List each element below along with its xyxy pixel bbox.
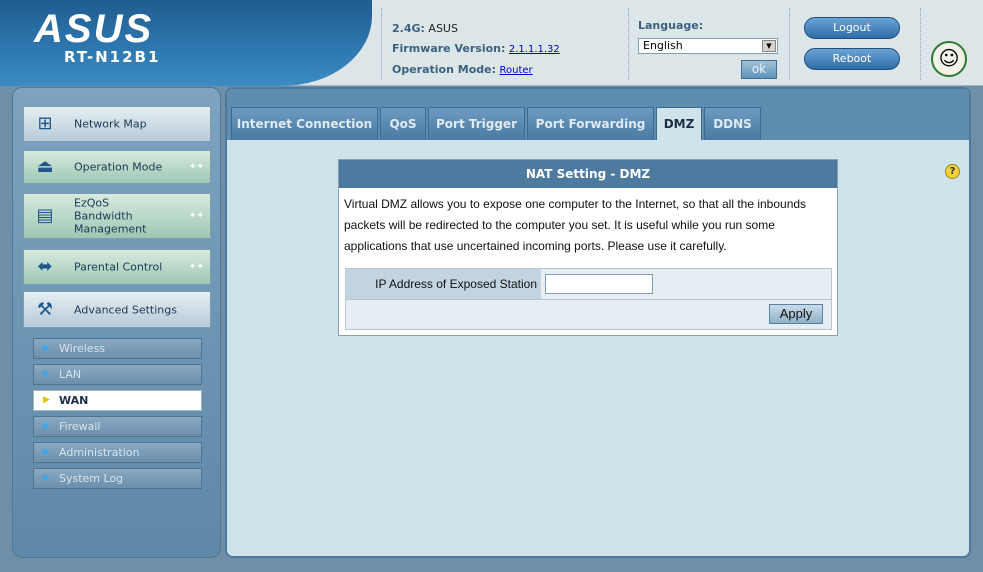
language-select[interactable]: English ▼ xyxy=(638,38,778,54)
header: ASUS RT-N12B1 2.4G: ASUS Firmware Versio… xyxy=(0,0,983,86)
sparkle-icon: ✦✦ xyxy=(188,262,204,272)
menu-operation-mode[interactable]: ⏏ Operation Mode ✦✦ xyxy=(23,150,211,184)
header-divider xyxy=(381,8,382,80)
menu-label: Advanced Settings xyxy=(74,303,177,316)
apply-button[interactable]: Apply xyxy=(769,304,823,324)
exposed-station-label: IP Address of Exposed Station xyxy=(346,269,541,299)
sidebar: ⊞ Network Map ⏏ Operation Mode ✦✦ ▤ EzQo… xyxy=(12,87,221,558)
tools-icon: ⚒ xyxy=(36,298,54,320)
operation-mode-link[interactable]: Router xyxy=(500,65,533,76)
menu-parental-control[interactable]: ⬌ Parental Control ✦✦ xyxy=(23,249,211,285)
menu-label: Network Map xyxy=(74,117,147,131)
language-ok-button[interactable]: ok xyxy=(741,60,777,79)
exposed-station-ip-input[interactable] xyxy=(545,274,653,294)
submenu-label: System Log xyxy=(59,472,124,485)
arrow-right-icon: ▶ xyxy=(43,369,50,379)
submenu-wan[interactable]: ▶ WAN xyxy=(33,390,202,411)
band-label: 2.4G: xyxy=(392,22,425,35)
main-content: Internet Connection QoS Port Trigger Por… xyxy=(225,87,971,558)
submenu-label: LAN xyxy=(59,368,82,381)
submenu-firewall[interactable]: ▶ Firewall xyxy=(33,416,202,437)
tab-port-forwarding[interactable]: Port Forwarding xyxy=(527,107,654,140)
dmz-panel: NAT Setting - DMZ Virtual DMZ allows you… xyxy=(338,159,838,336)
firmware-label: Firmware Version: xyxy=(392,42,506,55)
model-name: RT-N12B1 xyxy=(64,48,161,66)
panel-description: Virtual DMZ allows you to expose one com… xyxy=(344,197,807,253)
arrow-right-icon: ▶ xyxy=(43,473,50,483)
submenu-system-log[interactable]: ▶ System Log xyxy=(33,468,202,489)
header-divider xyxy=(628,8,629,80)
submenu-label: Wireless xyxy=(59,342,106,355)
brand-area: ASUS RT-N12B1 xyxy=(0,0,372,86)
dropdown-arrow-icon[interactable]: ▼ xyxy=(762,40,776,52)
sparkle-icon: ✦✦ xyxy=(188,211,204,221)
submenu-label: Administration xyxy=(59,446,140,459)
logout-button[interactable]: Logout xyxy=(804,17,900,39)
network-map-icon: ⊞ xyxy=(37,113,53,134)
tab-ddns[interactable]: DDNS xyxy=(704,107,761,140)
help-icon[interactable]: ? xyxy=(945,164,960,179)
menu-label: EzQoS Bandwidth Management xyxy=(74,196,147,236)
arrow-right-icon: ▶ xyxy=(43,447,50,457)
button-row: Apply xyxy=(345,300,832,330)
sparkle-icon: ✦✦ xyxy=(188,162,204,172)
router-icon: ⏏ xyxy=(36,156,54,177)
tab-bar: Internet Connection QoS Port Trigger Por… xyxy=(227,89,969,140)
header-divider xyxy=(789,8,790,80)
menu-advanced-settings[interactable]: ⚒ Advanced Settings xyxy=(23,291,211,328)
tab-internet-connection[interactable]: Internet Connection xyxy=(231,107,378,140)
submenu-administration[interactable]: ▶ Administration xyxy=(33,442,202,463)
language-selected: English xyxy=(643,39,683,52)
panel-title: NAT Setting - DMZ xyxy=(339,160,837,188)
submenu-label: Firewall xyxy=(59,420,101,433)
header-divider xyxy=(920,8,921,80)
band-value: ASUS xyxy=(428,22,458,35)
language-label: Language: xyxy=(638,19,704,32)
exposed-station-row: IP Address of Exposed Station xyxy=(345,268,832,300)
operation-mode-label: Operation Mode: xyxy=(392,63,497,76)
submenu-lan[interactable]: ▶ LAN xyxy=(33,364,202,385)
asus-logo: ASUS xyxy=(34,7,154,51)
menu-label: Operation Mode xyxy=(74,160,163,174)
arrow-right-icon: ▶ xyxy=(43,343,50,353)
bandwidth-icon: ▤ xyxy=(36,205,54,226)
menu-network-map[interactable]: ⊞ Network Map xyxy=(23,106,211,142)
menu-label: Parental Control xyxy=(74,260,163,274)
submenu-wireless[interactable]: ▶ Wireless xyxy=(33,338,202,359)
router-info: 2.4G: ASUS Firmware Version: 2.1.1.1.32 … xyxy=(392,19,560,81)
submenu-label: WAN xyxy=(59,394,89,407)
mascot-avatar-icon: ☺ xyxy=(931,41,967,77)
arrow-right-icon: ▶ xyxy=(43,421,50,431)
tab-dmz[interactable]: DMZ xyxy=(656,107,702,140)
firmware-link[interactable]: 2.1.1.1.32 xyxy=(509,44,560,55)
menu-ezqos[interactable]: ▤ EzQoS Bandwidth Management ✦✦ xyxy=(23,193,211,239)
reboot-button[interactable]: Reboot xyxy=(804,48,900,70)
tab-qos[interactable]: QoS xyxy=(380,107,426,140)
parental-control-icon: ⬌ xyxy=(37,256,53,277)
tab-port-trigger[interactable]: Port Trigger xyxy=(428,107,525,140)
arrow-right-icon: ▶ xyxy=(43,395,50,405)
